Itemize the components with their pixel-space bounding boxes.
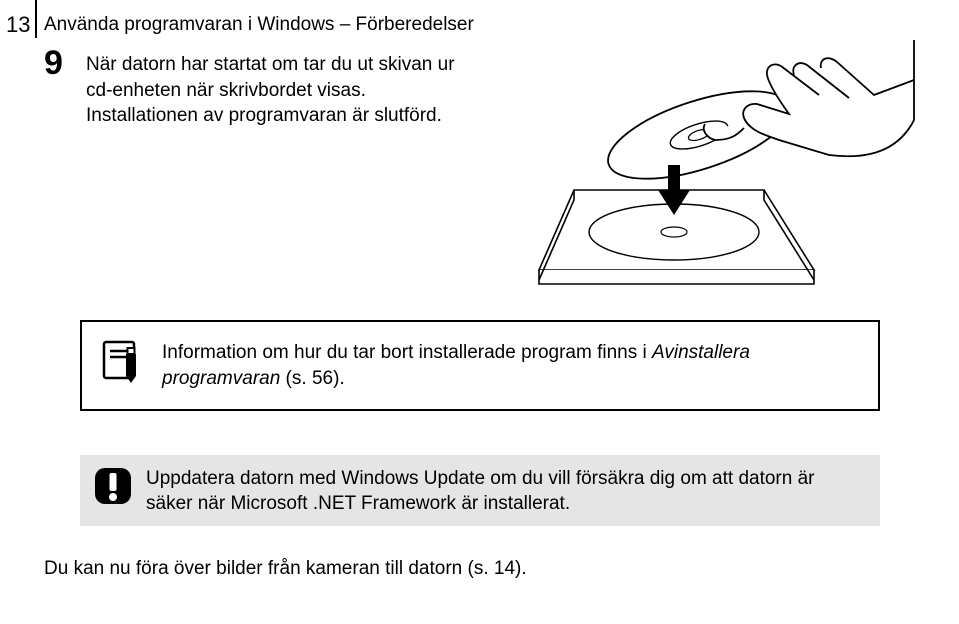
- exclamation-icon: [92, 465, 134, 507]
- warning-text: Uppdatera datorn med Windows Update om d…: [146, 465, 860, 516]
- step-body: När datorn har startat om tar du ut skiv…: [86, 52, 456, 129]
- cd-tray-illustration: [519, 40, 919, 290]
- info-text-prefix: Information om hur du tar bort installer…: [162, 342, 652, 363]
- step-line2: Installationen av programvaran är slutfö…: [86, 105, 442, 126]
- warning-box: Uppdatera datorn med Windows Update om d…: [80, 455, 880, 526]
- info-box: Information om hur du tar bort installer…: [80, 320, 880, 411]
- section-title: Använda programvaran i Windows – Förbere…: [44, 14, 474, 36]
- document-pencil-icon: [102, 340, 144, 384]
- page-number: 13: [6, 12, 30, 38]
- step-number: 9: [44, 46, 63, 80]
- info-text: Information om hur du tar bort installer…: [162, 340, 858, 391]
- info-text-suffix: (s. 56).: [280, 368, 344, 389]
- header-divider: [35, 0, 37, 38]
- step-line1: När datorn har startat om tar du ut skiv…: [86, 54, 455, 101]
- footer-text: Du kan nu föra över bilder från kameran …: [44, 558, 527, 580]
